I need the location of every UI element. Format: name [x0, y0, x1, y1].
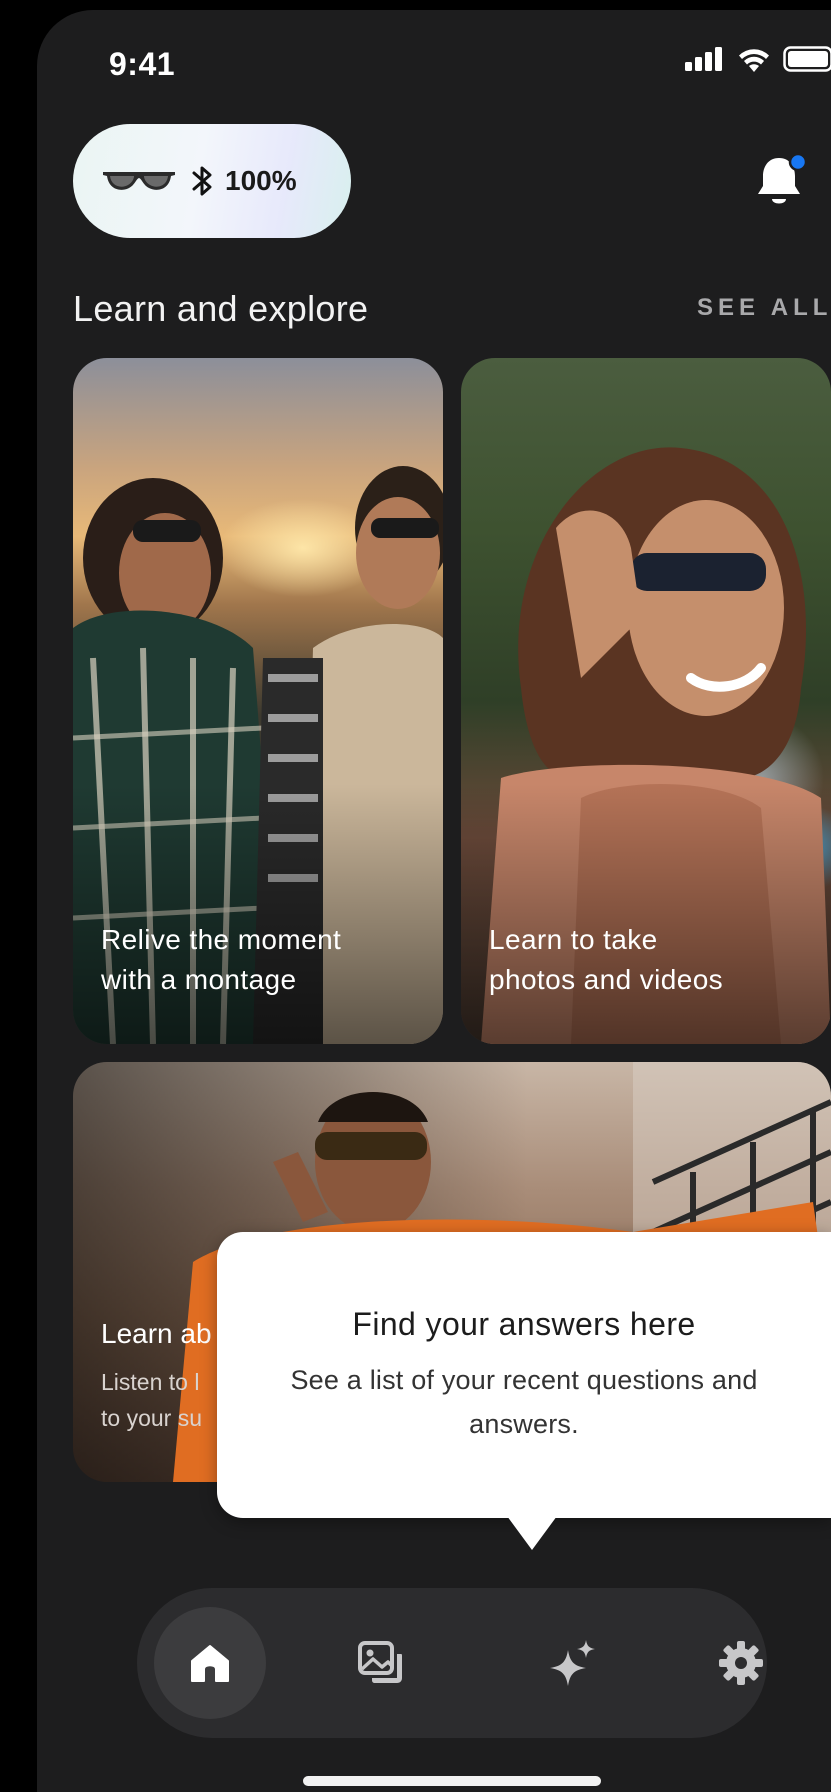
card-subtitle-line: to your su: [101, 1405, 202, 1431]
card-caption-line: with a montage: [101, 964, 297, 995]
bluetooth-icon: [192, 166, 212, 196]
see-all-link[interactable]: SEE ALL: [697, 294, 831, 322]
onboarding-tooltip[interactable]: Find your answers here See a list of you…: [217, 1232, 831, 1518]
wifi-icon: [739, 49, 769, 72]
bottom-navigation: [137, 1588, 767, 1738]
gallery-icon: [358, 1641, 402, 1683]
app-screen: 9:41 100% Learn and explore SEE ALL Reli…: [37, 10, 831, 1792]
card-overlay: [461, 784, 831, 1044]
cellular-signal-icon: [685, 47, 722, 71]
gear-icon: [719, 1641, 763, 1685]
card-subtitle-line: Listen to l: [101, 1369, 200, 1395]
home-indicator: [303, 1776, 601, 1786]
card-overlay: [73, 784, 443, 1044]
nav-gallery-tab[interactable]: [325, 1607, 437, 1719]
bell-icon: [758, 152, 808, 204]
card-caption-line: photos and videos: [489, 964, 724, 995]
card-caption-line: Relive the moment: [101, 924, 342, 955]
card-title: Learn ab: [101, 1318, 212, 1349]
glasses-icon: [103, 172, 175, 190]
nav-settings-tab[interactable]: [685, 1607, 797, 1719]
sparkle-icon: [550, 1640, 595, 1686]
home-icon: [191, 1645, 229, 1682]
card-subtitle: Listen to l to your su: [101, 1364, 202, 1436]
status-time: 9:41: [109, 46, 176, 82]
nav-home-tab[interactable]: [154, 1607, 266, 1719]
status-icons: [685, 46, 831, 72]
tooltip-pointer: [507, 1516, 557, 1550]
learn-card-photos[interactable]: Learn to take photos and videos: [461, 358, 831, 1044]
device-status-pill[interactable]: 100%: [73, 124, 351, 238]
learn-card-montage[interactable]: Relive the moment with a montage: [73, 358, 443, 1044]
card-caption: Relive the moment with a montage: [101, 920, 341, 1000]
tooltip-title: Find your answers here: [352, 1306, 696, 1342]
card-caption: Learn to take photos and videos: [489, 920, 723, 1000]
tooltip-body: See a list of your recent questions and …: [290, 1365, 758, 1439]
section-title: Learn and explore: [73, 288, 369, 329]
card-caption-line: Learn to take: [489, 924, 658, 955]
glasses-battery-level: 100%: [225, 165, 297, 196]
battery-status-icon: [783, 46, 831, 72]
notifications-button[interactable]: [753, 152, 809, 212]
nav-ai-tab[interactable]: [517, 1607, 629, 1719]
